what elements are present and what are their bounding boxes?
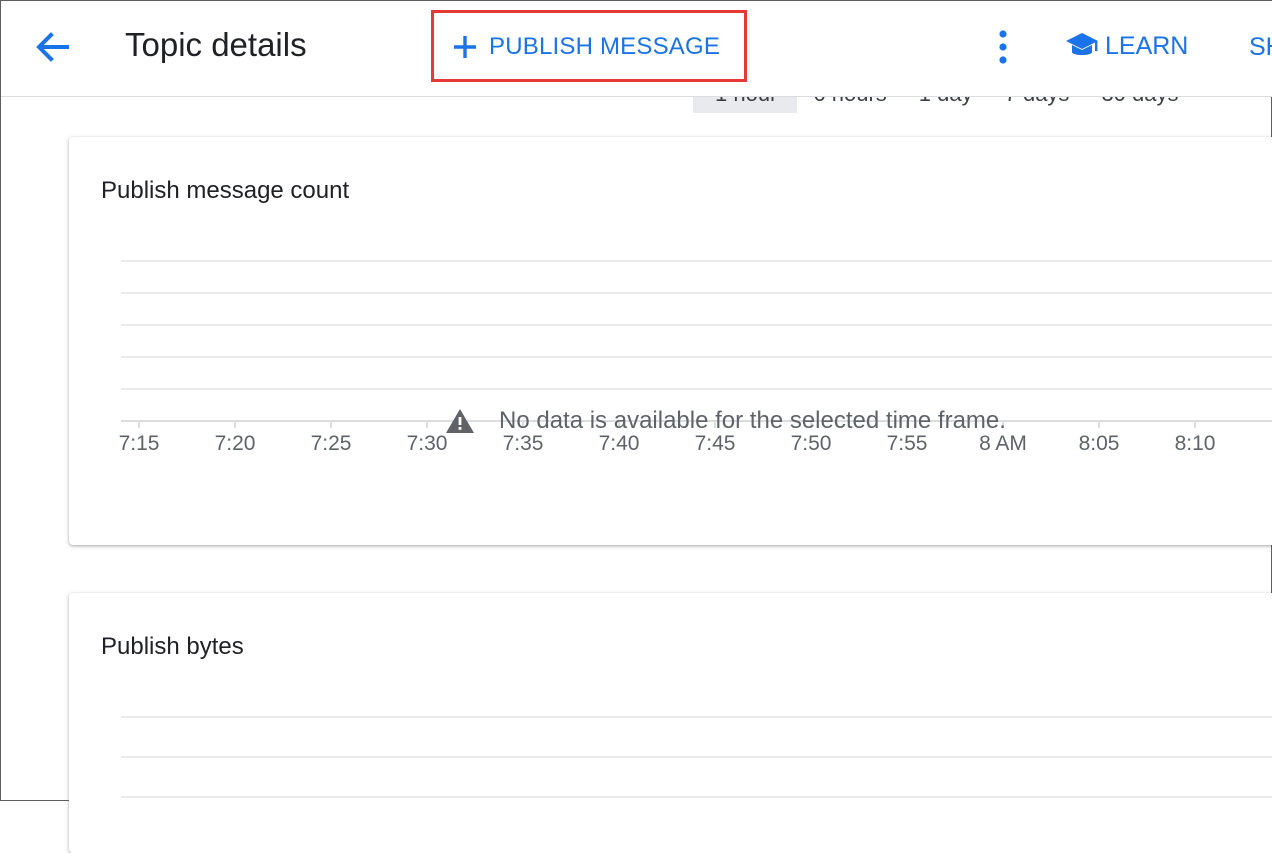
gridline bbox=[121, 796, 1272, 798]
learn-button[interactable]: LEARN bbox=[1065, 31, 1188, 61]
gridline bbox=[121, 716, 1272, 718]
x-axis-tick-label: 7:40 bbox=[598, 432, 640, 455]
x-axis-tick-label: 7:55 bbox=[886, 432, 928, 455]
x-axis-tick bbox=[1098, 420, 1100, 428]
gridline bbox=[121, 324, 1272, 326]
gridline bbox=[121, 356, 1272, 358]
back-button[interactable] bbox=[31, 27, 75, 67]
gridline bbox=[121, 260, 1272, 262]
x-axis-tick-label: 8:10 bbox=[1174, 432, 1216, 455]
x-axis-tick-label: 7:45 bbox=[694, 432, 736, 455]
arrow-left-icon bbox=[36, 32, 69, 62]
x-axis-tick bbox=[234, 420, 236, 428]
x-axis-tick-label: 7:35 bbox=[502, 432, 544, 455]
more-vert-icon bbox=[999, 30, 1007, 64]
show-info-panel-button[interactable]: SHOW INFO PANEL bbox=[1249, 33, 1272, 62]
x-axis-tick bbox=[426, 420, 428, 428]
publish-message-button[interactable]: PUBLISH MESSAGE bbox=[451, 29, 720, 65]
more-options-button[interactable] bbox=[991, 27, 1015, 67]
x-axis-tick-label: 8 AM bbox=[979, 432, 1027, 455]
plus-icon bbox=[454, 36, 476, 58]
x-axis-tick bbox=[330, 420, 332, 428]
learn-label: LEARN bbox=[1105, 31, 1189, 60]
x-axis-tick-label: 8:05 bbox=[1078, 432, 1120, 455]
top-toolbar: Topic details PUBLISH MESSAGE LEARN SHOW… bbox=[1, 1, 1272, 97]
publish-message-label: PUBLISH MESSAGE bbox=[489, 33, 721, 60]
publish-bytes-card: Publish bytes bbox=[69, 593, 1272, 853]
x-axis-tick-label: 7:25 bbox=[310, 432, 352, 455]
warning-icon bbox=[446, 409, 474, 433]
school-icon bbox=[1066, 33, 1098, 55]
no-data-message: No data is available for the selected ti… bbox=[445, 407, 1006, 435]
chart-title: Publish bytes bbox=[101, 633, 244, 660]
x-axis-tick-label: 7:15 bbox=[118, 432, 160, 455]
x-axis-tick-label: 7:30 bbox=[406, 432, 448, 455]
page-title: Topic details bbox=[125, 26, 307, 63]
no-data-label: No data is available for the selected ti… bbox=[499, 407, 1006, 434]
x-axis-tick bbox=[138, 420, 140, 428]
gridline bbox=[121, 756, 1272, 758]
x-axis-tick-label: 7:50 bbox=[790, 432, 832, 455]
chart-title: Publish message count bbox=[101, 177, 350, 204]
x-axis-tick-label: 7:20 bbox=[214, 432, 256, 455]
gridline bbox=[121, 388, 1272, 390]
x-axis-tick bbox=[1194, 420, 1196, 428]
publish-message-count-card: Publish message count 7:15 7:20 7:25 7:30 7:… bbox=[69, 137, 1272, 545]
gridline bbox=[121, 292, 1272, 294]
